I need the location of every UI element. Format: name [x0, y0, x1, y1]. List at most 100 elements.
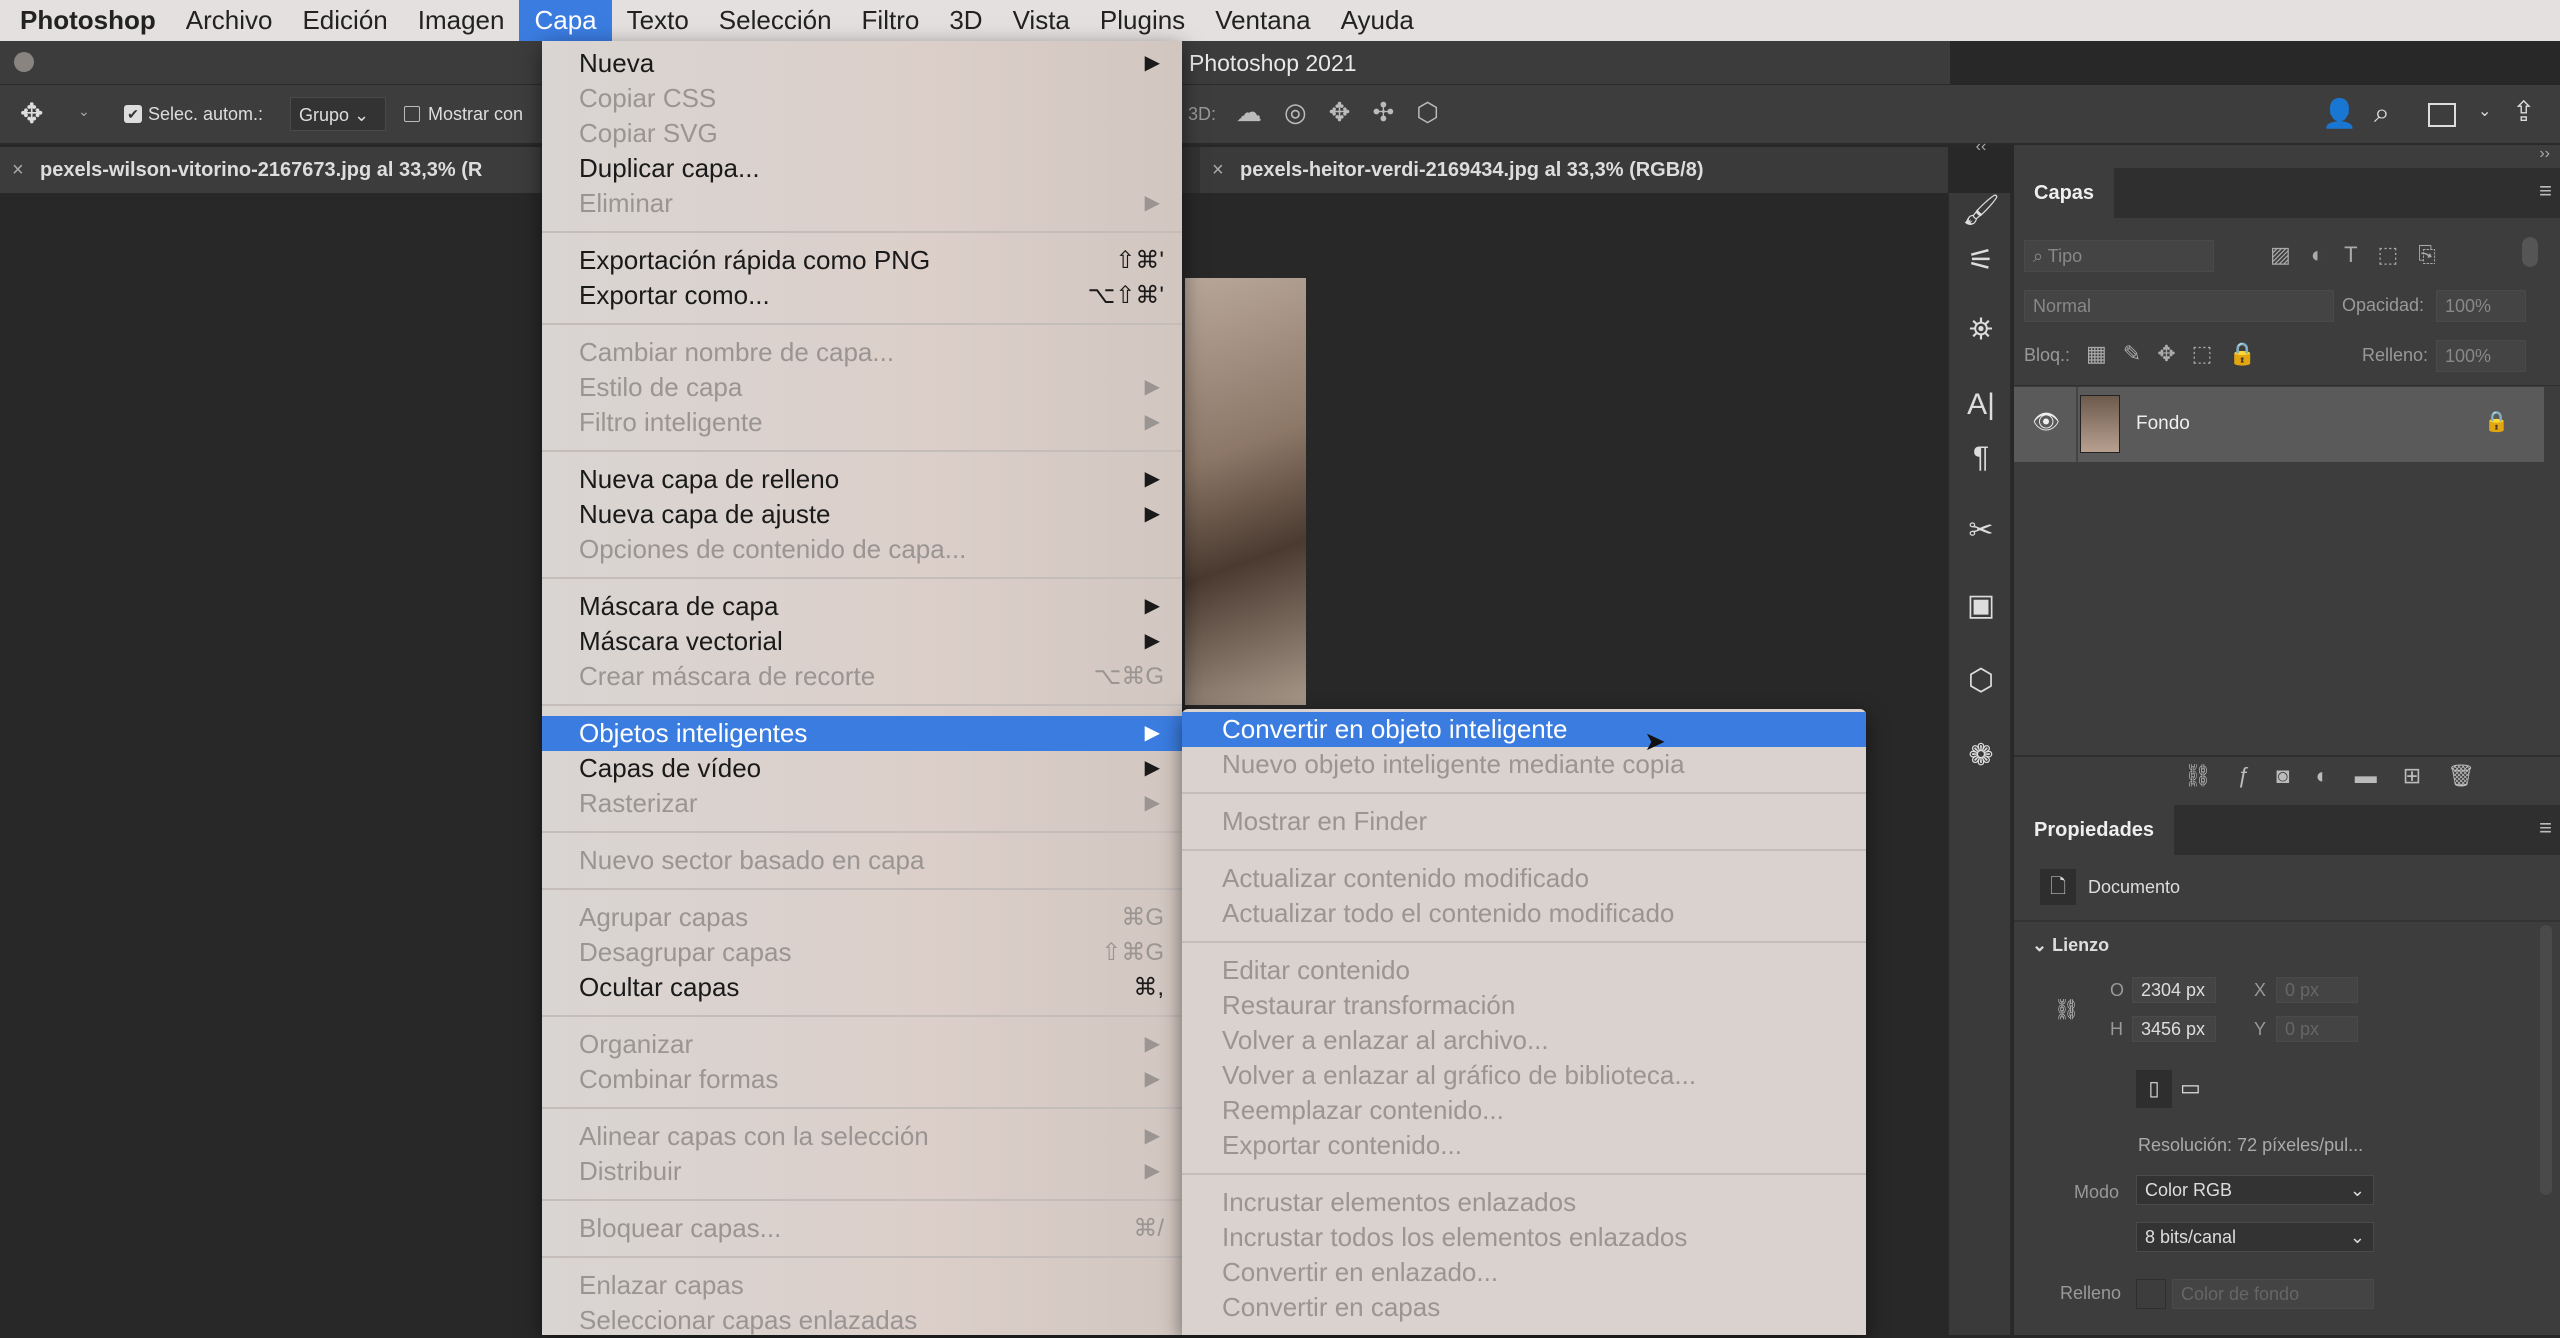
menu-ayuda[interactable]: Ayuda [1326, 0, 1429, 41]
panel-menu-icon[interactable]: ≡ [2539, 178, 2552, 204]
layer-name[interactable]: Fondo [2136, 413, 2190, 435]
document-tab[interactable]: × pexels-heitor-verdi-2169434.jpg al 33,3… [1200, 147, 1948, 193]
3d-mode-icons[interactable]: ☁◎✥✣⬡ [1236, 97, 1461, 128]
menu-item[interactable]: Nuevo objeto inteligente mediante copia [1182, 747, 1866, 782]
auto-select-checkbox[interactable]: ✔ [124, 105, 142, 123]
landscape-orientation-button[interactable]: ▭ [2180, 1075, 2201, 1101]
height-field[interactable]: 3456 px [2132, 1016, 2216, 1042]
menu-item[interactable]: Máscara vectorial ▶ [542, 624, 1182, 659]
canvas-image[interactable] [1185, 278, 1306, 705]
menu-item[interactable]: Bloquear capas... ⌘/ [542, 1211, 1182, 1246]
x-field[interactable]: 0 px [2276, 977, 2358, 1003]
menu-item[interactable]: Nueva ▶ [542, 46, 1182, 81]
menu-item[interactable]: Volver a enlazar al gráfico de bibliotec… [1182, 1058, 1866, 1093]
visibility-eye-icon[interactable]: 👁 [2032, 409, 2060, 435]
menu-item[interactable]: Objetos inteligentes ▶ [542, 716, 1182, 751]
menu-item[interactable]: Nuevo sector basado en capa [542, 843, 1182, 878]
document-tab[interactable]: × pexels-wilson-vitorino-2167673.jpg al 3… [0, 147, 540, 193]
menu-3d[interactable]: 3D [934, 0, 997, 41]
panel-menu-icon[interactable]: ≡ [2539, 815, 2552, 841]
menu-edici-n[interactable]: Edición [287, 0, 402, 41]
menu-item[interactable]: Nueva capa de relleno ▶ [542, 462, 1182, 497]
menu-texto[interactable]: Texto [612, 0, 704, 41]
menu-item[interactable]: Alinear capas con la selección ▶ [542, 1119, 1182, 1154]
character-icon[interactable]: A| [1949, 388, 2013, 422]
workspace-chevron-icon[interactable]: ⌄ [2478, 101, 2491, 121]
menu-item[interactable]: Mostrar en Finder [1182, 804, 1866, 839]
properties-scrollbar[interactable] [2540, 925, 2552, 1195]
close-tab-icon[interactable]: × [1212, 147, 1224, 193]
menu-item[interactable]: Copiar SVG [542, 116, 1182, 151]
menu-item[interactable]: Ocultar capas ⌘, [542, 970, 1182, 1005]
menu-item[interactable]: Editar contenido [1182, 953, 1866, 988]
share-user-icon[interactable]: 👤 [2322, 97, 2357, 130]
menu-item[interactable]: Exportar como... ⌥⇧⌘' [542, 278, 1182, 313]
portrait-orientation-button[interactable]: ▯ [2136, 1070, 2172, 1108]
channels-icon[interactable]: ❁ [1949, 738, 2013, 773]
menu-item[interactable]: Cambiar nombre de capa... [542, 335, 1182, 370]
menu-item[interactable]: Convertir en capas [1182, 1290, 1866, 1325]
clone-source-icon[interactable]: ⛯ [1949, 313, 2013, 347]
menu-item[interactable]: Combinar formas ▶ [542, 1062, 1182, 1097]
menu-item[interactable]: Rasterizar ▶ [542, 786, 1182, 821]
share-export-icon[interactable]: ⇪ [2512, 95, 2535, 128]
libraries-icon[interactable]: ▣ [1949, 588, 2013, 623]
3d-panel-icon[interactable]: ⬡ [1949, 663, 2013, 698]
layer-filter-select[interactable]: ⌕ Tipo [2024, 240, 2214, 272]
collapse-left-icon[interactable]: ‹‹ [1949, 138, 2013, 156]
menu-plugins[interactable]: Plugins [1085, 0, 1200, 41]
menu-capa[interactable]: Capa [519, 0, 612, 41]
menu-item[interactable]: Incrustar elementos enlazados [1182, 1185, 1866, 1220]
close-tab-icon[interactable]: × [12, 147, 24, 193]
paragraph-icon[interactable]: ¶ [1949, 441, 2013, 475]
link-dimensions-icon[interactable]: ⛓ [2054, 997, 2079, 1022]
menu-item[interactable]: Capas de vídeo ▶ [542, 751, 1182, 786]
menu-item[interactable]: Estilo de capa ▶ [542, 370, 1182, 405]
layer-row-fondo[interactable]: 👁 Fondo 🔒 [2014, 387, 2544, 462]
menu-item[interactable]: Eliminar ▶ [542, 186, 1182, 221]
tab-capas[interactable]: Capas [2014, 168, 2115, 218]
menu-item[interactable]: Enlazar capas [542, 1268, 1182, 1303]
tool-preset-chevron-icon[interactable]: ⌄ [78, 103, 90, 120]
menu-vista[interactable]: Vista [998, 0, 1085, 41]
menu-item[interactable]: Convertir en objeto inteligente [1182, 712, 1866, 747]
tool-presets-icon[interactable]: ✂ [1949, 513, 2013, 548]
opacity-field[interactable]: 100% [2436, 290, 2526, 322]
menu-ventana[interactable]: Ventana [1200, 0, 1325, 41]
menu-imagen[interactable]: Imagen [403, 0, 520, 41]
fill-color-swatch[interactable] [2136, 1279, 2166, 1309]
menu-item[interactable]: Filtro inteligente ▶ [542, 405, 1182, 440]
layer-actions-icons[interactable]: ⛓ƒ◙◐▬⊞🗑 [2184, 763, 2501, 789]
menu-item[interactable]: Volver a enlazar al archivo... [1182, 1023, 1866, 1058]
menu-item[interactable]: Convertir en enlazado... [1182, 1255, 1866, 1290]
group-select[interactable]: Grupo ⌄ [290, 97, 386, 131]
show-controls-checkbox[interactable] [404, 106, 420, 122]
menu-item[interactable]: Crear máscara de recorte ⌥⌘G [542, 659, 1182, 694]
brush-presets-icon[interactable]: 🖌 [1949, 193, 2013, 228]
workspace-icon[interactable] [2428, 103, 2456, 127]
menu-item[interactable]: Exportación rápida como PNG ⇧⌘' [542, 243, 1182, 278]
menu-item[interactable]: Exportar contenido... [1182, 1128, 1866, 1163]
menu-item[interactable]: Opciones de contenido de capa... [542, 532, 1182, 567]
y-field[interactable]: 0 px [2276, 1016, 2358, 1042]
lienzo-section-toggle[interactable]: ⌄ Lienzo [2032, 935, 2109, 956]
bit-depth-select[interactable]: 8 bits/canal ⌄ [2136, 1222, 2374, 1252]
width-field[interactable]: 2304 px [2132, 977, 2216, 1003]
menu-filtro[interactable]: Filtro [847, 0, 935, 41]
menu-item[interactable]: Actualizar contenido modificado [1182, 861, 1866, 896]
menu-item[interactable]: Incrustar todos los elementos enlazados [1182, 1220, 1866, 1255]
menu-item[interactable]: Distribuir ▶ [542, 1154, 1182, 1189]
menu-item[interactable]: Desagrupar capas ⇧⌘G [542, 935, 1182, 970]
fill-field[interactable]: 100% [2436, 340, 2526, 372]
menu-item[interactable]: Seleccionar capas enlazadas [542, 1303, 1182, 1338]
menu-archivo[interactable]: Archivo [171, 0, 288, 41]
menu-item[interactable]: Máscara de capa ▶ [542, 589, 1182, 624]
search-icon[interactable]: ⌕ [2374, 97, 2390, 130]
lock-icons[interactable]: ▦✎✥⬚🔒 [2086, 341, 2272, 367]
menu-selecci-n[interactable]: Selección [704, 0, 847, 41]
menu-item[interactable]: Actualizar todo el contenido modificado [1182, 896, 1866, 931]
tab-propiedades[interactable]: Propiedades [2014, 805, 2175, 855]
collapse-right-icon[interactable]: ›› [2539, 145, 2550, 163]
menu-item[interactable]: Reemplazar contenido... [1182, 1093, 1866, 1128]
window-close-button[interactable] [14, 52, 34, 72]
